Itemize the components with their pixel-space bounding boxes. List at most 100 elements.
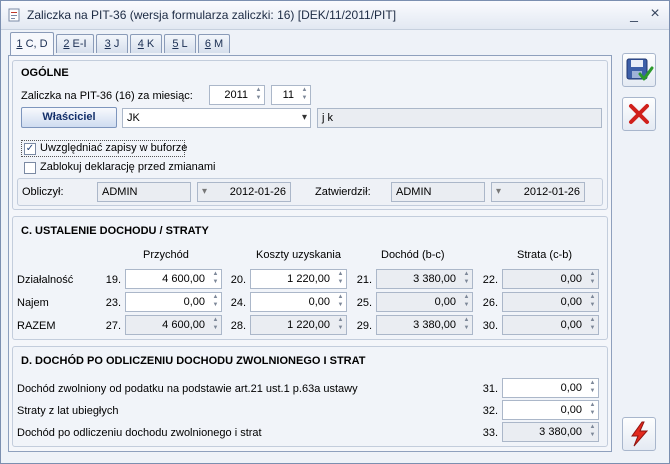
- rental-loss-field: 0,00 ▲ ▼: [502, 292, 599, 312]
- spin-icon: ▲ ▼: [589, 424, 596, 438]
- lock-checkbox[interactable]: [24, 162, 36, 174]
- month-stepper[interactable]: 11 ▲ ▼: [271, 85, 311, 105]
- exempt-income-label: Dochód zwolniony od podatku na podstawie…: [17, 383, 358, 395]
- tab-ei[interactable]: 2 E-I: [56, 34, 94, 53]
- tab-j[interactable]: 3 J: [96, 34, 128, 53]
- spin-icon: ▲ ▼: [463, 317, 470, 331]
- title-bar: Zaliczka na PIT-36 (wersja formularza za…: [1, 1, 669, 30]
- spin-icon[interactable]: ▲ ▼: [336, 271, 345, 287]
- field-number: 32.: [482, 405, 498, 417]
- save-button[interactable]: [622, 53, 656, 87]
- computed-label: Obliczył:: [22, 186, 64, 198]
- spin-icon[interactable]: ▲ ▼: [336, 294, 345, 310]
- approval-row: Obliczył: ADMIN ▾ 2012-01-26 Zatwierdził…: [17, 178, 603, 206]
- calculate-button[interactable]: [622, 417, 656, 451]
- minimize-button[interactable]: _: [625, 6, 643, 22]
- spin-icon[interactable]: ▲ ▼: [211, 271, 220, 287]
- total-loss-field: 0,00 ▲ ▼: [502, 315, 599, 335]
- rental-income-field: 0,00 ▲ ▼: [376, 292, 473, 312]
- owner-code-select[interactable]: JK ▾: [122, 108, 311, 128]
- total-revenue-field: 4 600,00 ▲ ▼: [125, 315, 222, 335]
- window-title: Zaliczka na PIT-36 (wersja formularza za…: [27, 8, 397, 22]
- group-general: OGÓLNE Zaliczka na PIT-36 (16) za miesią…: [12, 60, 608, 210]
- approved-date: ▾ 2012-01-26: [491, 182, 585, 202]
- field-number: 24.: [230, 297, 246, 309]
- save-icon: [626, 58, 654, 81]
- calendar-dropdown-icon: ▾: [496, 186, 502, 197]
- net-income-label: Dochód po odliczeniu dochodu zwolnionego…: [17, 427, 262, 439]
- lightning-icon: [631, 421, 649, 447]
- header-revenue: Przychód: [143, 249, 189, 261]
- buffer-checkbox[interactable]: ✓: [24, 143, 36, 155]
- computed-user: ADMIN: [97, 182, 191, 202]
- field-number: 29.: [356, 320, 372, 332]
- cancel-button[interactable]: [622, 97, 656, 131]
- business-income-field: 3 380,00 ▲ ▼: [376, 269, 473, 289]
- header-loss: Strata (c-b): [517, 249, 573, 261]
- spin-icon: ▲ ▼: [463, 271, 470, 285]
- declaration-window: Zaliczka na PIT-36 (wersja formularza za…: [0, 0, 670, 464]
- total-costs-field: 1 220,00 ▲ ▼: [250, 315, 347, 335]
- month-spin-icon[interactable]: ▲ ▼: [300, 87, 309, 103]
- calendar-dropdown-icon: ▾: [202, 186, 208, 197]
- spin-icon: ▲ ▼: [589, 271, 596, 285]
- spin-icon: ▲ ▼: [212, 317, 219, 331]
- field-number: 23.: [105, 297, 121, 309]
- section-d-title: D. DOCHÓD PO ODLICZENIU DOCHODU ZWOLNION…: [21, 355, 366, 367]
- owner-button[interactable]: Właściciel: [21, 107, 117, 128]
- group-general-title: OGÓLNE: [21, 67, 69, 79]
- section-c-title: C. USTALENIE DOCHODU / STRATY: [21, 225, 209, 237]
- field-number: 25.: [356, 297, 372, 309]
- field-number: 33.: [482, 427, 498, 439]
- tab-k[interactable]: 4 K: [130, 34, 162, 53]
- field-number: 28.: [230, 320, 246, 332]
- document-icon: [8, 8, 20, 22]
- spin-icon: ▲ ▼: [463, 294, 470, 308]
- header-costs: Koszty uzyskania: [256, 249, 341, 261]
- field-number: 31.: [482, 383, 498, 395]
- exempt-income-input[interactable]: 0,00 ▲ ▼: [502, 378, 599, 398]
- spin-icon: ▲ ▼: [589, 317, 596, 331]
- header-income: Dochód (b-c): [381, 249, 445, 261]
- rental-costs-input[interactable]: 0,00 ▲ ▼: [250, 292, 347, 312]
- spin-icon: ▲ ▼: [337, 317, 344, 331]
- spin-icon[interactable]: ▲ ▼: [588, 380, 597, 396]
- spin-icon: ▲ ▼: [589, 294, 596, 308]
- total-income-field: 3 380,00 ▲ ▼: [376, 315, 473, 335]
- field-number: 19.: [105, 274, 121, 286]
- field-number: 26.: [482, 297, 498, 309]
- year-stepper[interactable]: 2011 ▲ ▼: [209, 85, 265, 105]
- tab-panel: OGÓLNE Zaliczka na PIT-36 (16) za miesią…: [8, 55, 612, 452]
- spin-icon[interactable]: ▲ ▼: [588, 402, 597, 418]
- field-number: 27.: [105, 320, 121, 332]
- lock-label[interactable]: Zablokuj deklarację przed zmianami: [40, 161, 215, 173]
- close-button[interactable]: ×: [646, 6, 664, 22]
- net-income-field: 3 380,00 ▲ ▼: [502, 422, 599, 442]
- row-label-business: Działalność: [17, 274, 74, 286]
- prior-losses-input[interactable]: 0,00 ▲ ▼: [502, 400, 599, 420]
- approved-label: Zatwierdził:: [315, 186, 371, 198]
- computed-date: ▾ 2012-01-26: [197, 182, 291, 202]
- field-number: 20.: [230, 274, 246, 286]
- group-income-after-deductions: D. DOCHÓD PO ODLICZENIU DOCHODU ZWOLNION…: [12, 346, 608, 447]
- field-number: 21.: [356, 274, 372, 286]
- buffer-label[interactable]: Uwzględniać zapisy w buforze: [40, 142, 187, 154]
- month-label: Zaliczka na PIT-36 (16) za miesiąc:: [21, 90, 193, 102]
- row-label-rental: Najem: [17, 297, 49, 309]
- business-costs-input[interactable]: 1 220,00 ▲ ▼: [250, 269, 347, 289]
- business-loss-field: 0,00 ▲ ▼: [502, 269, 599, 289]
- field-number: 22.: [482, 274, 498, 286]
- cancel-icon: [629, 104, 649, 124]
- row-label-total: RAZEM: [17, 320, 56, 332]
- spin-icon[interactable]: ▲ ▼: [211, 294, 220, 310]
- approved-user: ADMIN: [391, 182, 485, 202]
- year-spin-icon[interactable]: ▲ ▼: [254, 87, 263, 103]
- tab-l[interactable]: 5 L: [164, 34, 196, 53]
- tab-m[interactable]: 6 M: [198, 34, 230, 53]
- tab-cd[interactable]: 1 C, D: [10, 32, 54, 55]
- owner-name-field: j k: [317, 108, 602, 128]
- rental-revenue-input[interactable]: 0,00 ▲ ▼: [125, 292, 222, 312]
- group-income-loss: C. USTALENIE DOCHODU / STRATY Przychód K…: [12, 216, 608, 340]
- dropdown-arrow-icon[interactable]: ▾: [302, 109, 307, 127]
- business-revenue-input[interactable]: 4 600,00 ▲ ▼: [125, 269, 222, 289]
